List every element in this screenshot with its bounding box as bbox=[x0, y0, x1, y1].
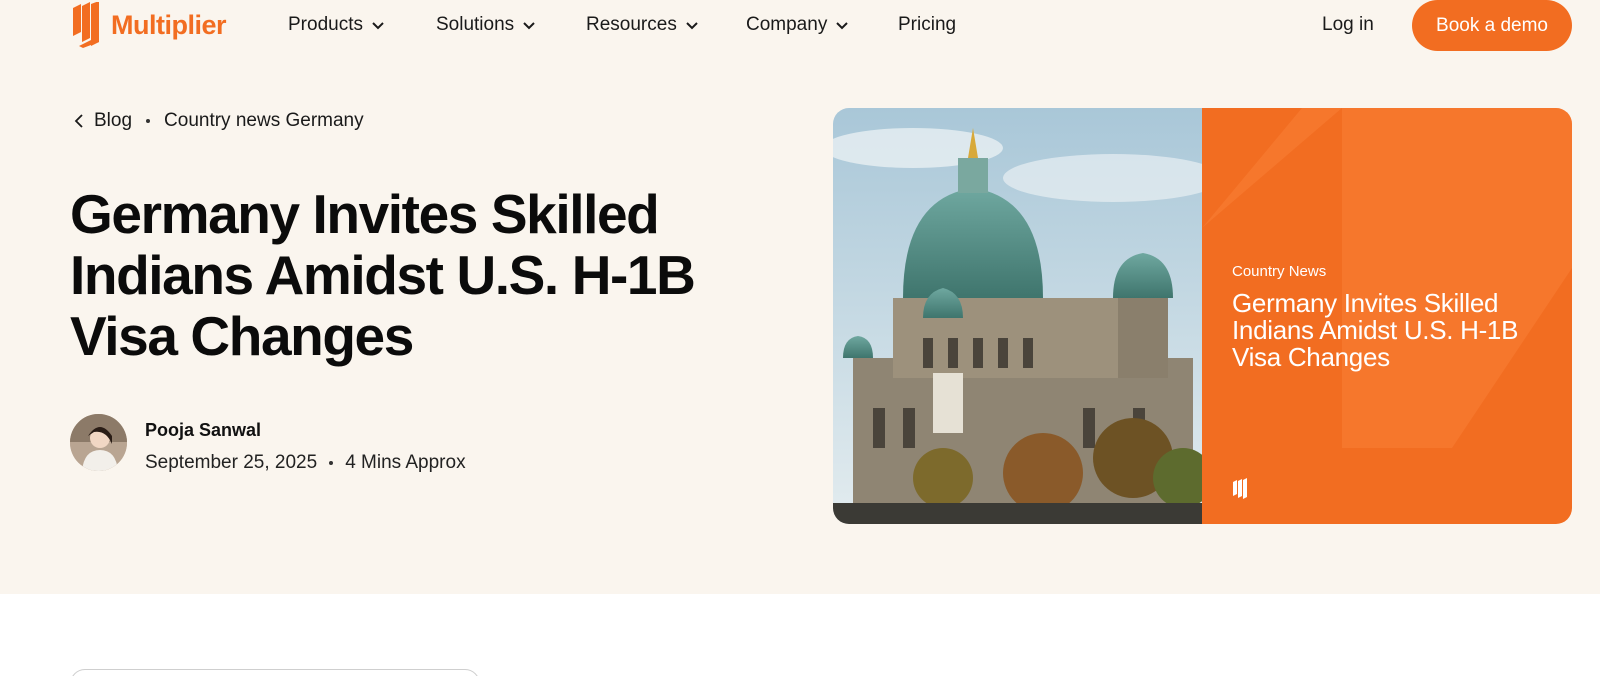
nav-company[interactable]: Company bbox=[746, 14, 849, 36]
author-name[interactable]: Pooja Sanwal bbox=[145, 420, 261, 441]
multiplier-mark-icon bbox=[1233, 478, 1247, 499]
chevron-down-icon bbox=[523, 22, 535, 30]
nav-resources-label: Resources bbox=[586, 14, 677, 35]
chevron-down-icon bbox=[686, 22, 698, 30]
nav-solutions[interactable]: Solutions bbox=[436, 14, 536, 36]
breadcrumb: Blog Country news Germany bbox=[72, 110, 364, 132]
nav-resources[interactable]: Resources bbox=[586, 14, 699, 36]
breadcrumb-separator bbox=[146, 119, 151, 123]
card-title: Germany Invites Skilled Indians Amidst U… bbox=[1232, 288, 1519, 372]
login-link[interactable]: Log in bbox=[1322, 14, 1374, 36]
nav-pricing[interactable]: Pricing bbox=[898, 14, 956, 36]
chevron-left-icon[interactable] bbox=[72, 113, 86, 129]
nav-solutions-label: Solutions bbox=[436, 14, 515, 35]
avatar bbox=[70, 414, 127, 471]
page-title: Germany Invites Skilled Indians Amidst U… bbox=[70, 183, 696, 367]
read-time: 4 Mins Approx bbox=[345, 452, 466, 473]
multiplier-logo-icon bbox=[73, 2, 99, 48]
card-orange-panel: Country News Germany Invites Skilled Ind… bbox=[1202, 108, 1572, 524]
logo[interactable]: Multiplier bbox=[69, 2, 227, 48]
berlin-cathedral-photo bbox=[833, 108, 1223, 524]
card-category-label: Country News bbox=[1232, 263, 1327, 280]
nav-pricing-label: Pricing bbox=[898, 14, 957, 35]
author-photo bbox=[70, 414, 127, 471]
breadcrumb-blog-link[interactable]: Blog bbox=[94, 110, 132, 132]
nav-products[interactable]: Products bbox=[288, 14, 385, 36]
nav-products-label: Products bbox=[288, 14, 363, 35]
chevron-down-icon bbox=[836, 22, 849, 30]
publish-date: September 25, 2025 bbox=[145, 452, 318, 473]
meta-separator bbox=[329, 461, 334, 465]
book-demo-button[interactable]: Book a demo bbox=[1412, 0, 1572, 51]
hero-image-card: Country News Germany Invites Skilled Ind… bbox=[833, 108, 1572, 524]
nav-company-label: Company bbox=[746, 14, 828, 35]
article-meta: September 25, 2025 4 Mins Approx bbox=[145, 452, 466, 474]
chevron-down-icon bbox=[372, 22, 384, 30]
logo-text: Multiplier bbox=[111, 9, 227, 40]
breadcrumb-current[interactable]: Country news Germany bbox=[164, 110, 364, 132]
bottom-section-pill[interactable] bbox=[70, 669, 480, 676]
